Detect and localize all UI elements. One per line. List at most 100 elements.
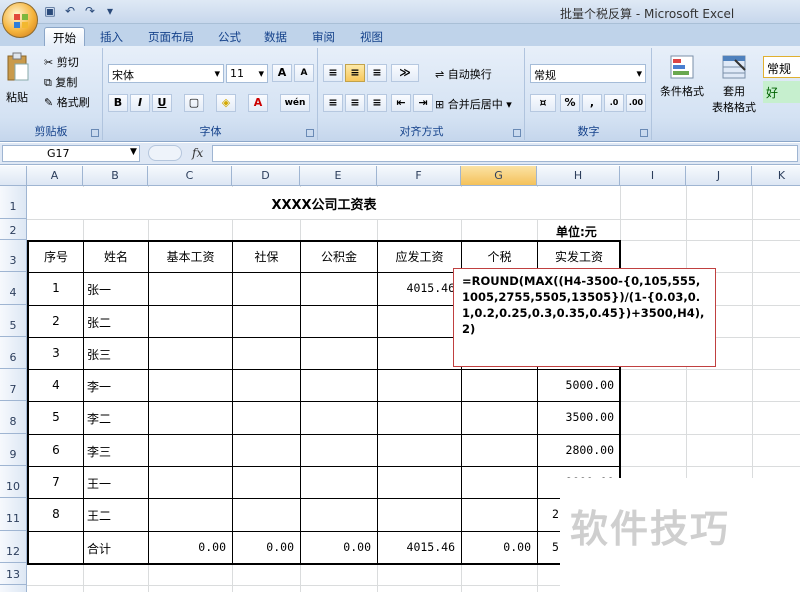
row-header-5[interactable]: 5 xyxy=(0,305,27,337)
font-color-button[interactable]: A xyxy=(248,94,268,112)
font-size-select[interactable]: 11 ▾ xyxy=(226,64,268,83)
format-painter-button[interactable]: ✎ 格式刷 xyxy=(44,94,90,110)
row-header-2[interactable]: 2 xyxy=(0,219,27,240)
insert-function-icon[interactable]: fx xyxy=(192,146,203,160)
quick-access-toolbar: ▣ ↶ ↷ ▾ xyxy=(42,3,118,19)
align-middle-button[interactable]: ≡ xyxy=(345,64,365,82)
comma-button[interactable]: , xyxy=(582,94,602,112)
formula-bar-divider-handle[interactable] xyxy=(148,145,182,161)
paste-button[interactable]: 粘贴 xyxy=(6,52,34,112)
copy-button[interactable]: ⧉ 复制 xyxy=(44,74,77,90)
column-header-e[interactable]: E xyxy=(300,166,377,186)
decrease-indent-button[interactable]: ⇤ xyxy=(391,94,411,112)
row-name: 王二 xyxy=(87,509,112,523)
formula-input[interactable] xyxy=(212,145,798,162)
column-header-g[interactable]: G xyxy=(461,166,537,186)
chevron-down-icon[interactable]: ▼ xyxy=(130,147,137,157)
column-header-f[interactable]: F xyxy=(377,166,461,186)
unit-label: 单位:元 xyxy=(556,225,597,239)
font-launcher-icon[interactable] xyxy=(306,129,314,137)
row-header-6[interactable]: 6 xyxy=(0,337,27,369)
tab-insert[interactable]: 插入 xyxy=(92,27,131,46)
shrink-font-button[interactable]: A xyxy=(294,64,314,82)
chevron-down-icon: ▾ xyxy=(636,67,642,80)
align-center-button[interactable]: ≡ xyxy=(345,94,365,112)
decrease-decimal-button[interactable]: .00 xyxy=(626,94,646,112)
name-box[interactable]: G17 xyxy=(2,145,140,162)
align-middle-icon: ≡ xyxy=(350,66,360,79)
title-bar: ▣ ↶ ↷ ▾ 批量个税反算 - Microsoft Excel xyxy=(0,0,800,24)
column-header-a[interactable]: A xyxy=(27,166,83,186)
orientation-button[interactable]: ≫ xyxy=(391,64,419,82)
table-border xyxy=(300,240,301,564)
row-header-1[interactable]: 1 xyxy=(0,186,27,219)
tab-review[interactable]: 审阅 xyxy=(304,27,343,46)
align-right-button[interactable]: ≡ xyxy=(367,94,387,112)
redo-icon[interactable]: ↷ xyxy=(82,3,98,19)
tab-home[interactable]: 开始 xyxy=(44,27,85,46)
align-bottom-button[interactable]: ≡ xyxy=(367,64,387,82)
number-group-label: 数字 xyxy=(577,125,600,138)
row-header-14[interactable]: 14 xyxy=(0,585,27,592)
office-logo-icon xyxy=(14,14,28,28)
conditional-format-button[interactable]: 条件格式 xyxy=(657,54,707,99)
column-header-i[interactable]: I xyxy=(620,166,686,186)
alignment-launcher-icon[interactable] xyxy=(513,129,521,137)
font-name-value: 宋体 xyxy=(112,69,134,82)
number-format-select[interactable]: 常规 ▾ xyxy=(530,64,646,83)
tab-data[interactable]: 数据 xyxy=(256,27,295,46)
column-header-h[interactable]: H xyxy=(537,166,620,186)
underline-button[interactable]: U xyxy=(152,94,172,112)
row-header-3[interactable]: 3 xyxy=(0,240,27,272)
border-button[interactable]: ▢ xyxy=(184,94,204,112)
phonetic-button[interactable]: wén xyxy=(280,94,310,112)
percent-button[interactable]: % xyxy=(560,94,580,112)
cell-style-normal[interactable]: 常规 xyxy=(763,56,800,78)
row-header-8[interactable]: 8 xyxy=(0,401,27,434)
row-header-13[interactable]: 13 xyxy=(0,563,27,585)
clipboard-launcher-icon[interactable] xyxy=(91,129,99,137)
column-header-j[interactable]: J xyxy=(686,166,752,186)
font-name-select[interactable]: 宋体 ▾ xyxy=(108,64,224,83)
wrap-text-button[interactable]: ⇌ 自动换行 xyxy=(435,66,492,82)
column-header-c[interactable]: C xyxy=(148,166,232,186)
increase-indent-button[interactable]: ⇥ xyxy=(413,94,433,112)
row-no: 7 xyxy=(52,475,60,489)
save-icon[interactable]: ▣ xyxy=(42,3,58,19)
row-header-10[interactable]: 10 xyxy=(0,466,27,498)
column-header-d[interactable]: D xyxy=(232,166,300,186)
bold-button[interactable]: B xyxy=(108,94,128,112)
column-header-k[interactable]: K xyxy=(752,166,800,186)
tab-view[interactable]: 视图 xyxy=(352,27,391,46)
row-header-4[interactable]: 4 xyxy=(0,272,27,305)
paste-label: 粘贴 xyxy=(6,91,28,104)
office-button[interactable] xyxy=(2,2,38,38)
increase-decimal-button[interactable]: .0 xyxy=(604,94,624,112)
copy-label: 复制 xyxy=(55,76,78,89)
number-launcher-icon[interactable] xyxy=(640,129,648,137)
select-all-corner[interactable] xyxy=(0,166,27,186)
format-table-label-2: 表格格式 xyxy=(712,101,756,114)
cut-button[interactable]: ✂ 剪切 xyxy=(44,54,79,70)
currency-button[interactable]: ¤ xyxy=(530,94,556,112)
italic-button[interactable]: I xyxy=(130,94,150,112)
undo-icon[interactable]: ↶ xyxy=(62,3,78,19)
grow-font-button[interactable]: A xyxy=(272,64,292,82)
customize-qat-icon[interactable]: ▾ xyxy=(102,3,118,19)
fill-color-button[interactable]: ◈ xyxy=(216,94,236,112)
format-as-table-button[interactable]: 套用 表格格式 xyxy=(709,54,759,115)
align-bottom-icon: ≡ xyxy=(372,66,382,79)
total-social: 0.00 xyxy=(266,540,294,554)
align-top-button[interactable]: ≡ xyxy=(323,64,343,82)
row-header-7[interactable]: 7 xyxy=(0,369,27,401)
merge-center-button[interactable]: ⊞ 合并后居中 ▾ xyxy=(435,96,512,112)
row-header-12[interactable]: 12 xyxy=(0,531,27,563)
row-no: 3 xyxy=(52,346,60,360)
tab-page-layout[interactable]: 页面布局 xyxy=(140,27,202,46)
tab-formulas[interactable]: 公式 xyxy=(210,27,249,46)
column-header-b[interactable]: B xyxy=(83,166,148,186)
align-left-button[interactable]: ≡ xyxy=(323,94,343,112)
row-header-9[interactable]: 9 xyxy=(0,434,27,466)
row-header-11[interactable]: 11 xyxy=(0,498,27,531)
cell-style-good[interactable]: 好 xyxy=(763,81,800,103)
